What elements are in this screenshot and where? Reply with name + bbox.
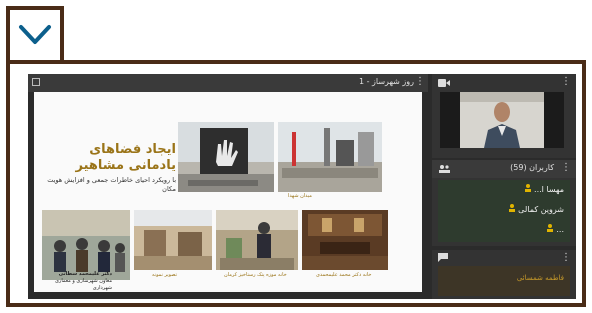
list-item[interactable]: شروین کمالی: [508, 204, 564, 214]
chat-messages: فاطمه شمسائی: [438, 266, 570, 296]
webcam-video: [440, 92, 564, 148]
slide-caption: تصویر نمونه: [152, 272, 177, 278]
camera-menu-icon[interactable]: ⋮: [561, 76, 571, 87]
users-panel: کاربران (59) ⋮ مهسا ا... شروین کمالی ...: [432, 160, 576, 246]
chat-panel: ⋮ فاطمه شمسائی: [432, 250, 576, 299]
slide-subtitle: با رویکرد احیای خاطرات جمعی و افزایش هوی…: [47, 176, 176, 193]
chevron-down-icon: [19, 25, 51, 44]
slide-photo-building: [134, 210, 212, 270]
slide-caption: خانه دکتر محمد علیمحمدی: [316, 272, 372, 278]
slide-photo-square: [278, 122, 382, 192]
person-icon: [524, 184, 531, 192]
slide-caption: خانه موزه پتک رستاخیز کرمان: [224, 272, 287, 278]
presentation-title: روز شهرساز - 1: [358, 77, 414, 86]
users-panel-title: کاربران (59): [510, 163, 554, 172]
chat-panel-header: ⋮: [432, 250, 576, 264]
presentation-header: روز شهرساز - 1 ⋮: [28, 74, 428, 92]
author-role: معاون شهرسازی و معماری شهرداری: [54, 278, 112, 291]
presentation-slide: ایجاد فضاهای یادمانی مشاهیر با رویکرد اح…: [34, 92, 422, 292]
chat-menu-icon[interactable]: ⋮: [561, 252, 571, 263]
users-icon: [439, 165, 450, 173]
meeting-app: روز شهرساز - 1 ⋮ ایجاد فضاهای یادمانی مش…: [28, 74, 576, 299]
embedded-screenshot-frame: روز شهرساز - 1 ⋮ ایجاد فضاهای یادمانی مش…: [6, 60, 586, 307]
list-item[interactable]: مهسا ا...: [524, 184, 564, 194]
users-menu-icon[interactable]: ⋮: [561, 162, 571, 173]
person-icon: [508, 204, 515, 212]
list-item[interactable]: ...: [546, 224, 564, 234]
chat-message-sender: فاطمه شمسائی: [516, 274, 564, 282]
video-camera-icon: [438, 79, 450, 87]
slide-caption: میدان شهدا: [288, 193, 312, 199]
slide-photo-crowd: [42, 210, 130, 280]
collapse-button[interactable]: [6, 6, 64, 60]
slide-author: دکتر علیمحمد سطانی معاون شهرسازی و معمار…: [42, 271, 112, 292]
users-list: مهسا ا... شروین کمالی ...: [438, 180, 570, 242]
user-name: ...: [556, 225, 564, 234]
chat-icon: [438, 253, 448, 262]
users-panel-header: کاربران (59) ⋮: [432, 160, 576, 178]
user-name: مهسا ا...: [534, 185, 564, 194]
slide-photo-interior: [302, 210, 388, 270]
camera-panel: ⋮: [432, 74, 576, 158]
fullscreen-icon[interactable]: [32, 78, 40, 86]
slide-photo-memorial: [178, 122, 274, 192]
slide-photo-statue: [216, 210, 298, 270]
slide-title: ایجاد فضاهای یادمانی مشاهیر: [75, 142, 177, 173]
author-name: دکتر علیمحمد سطانی: [58, 271, 112, 277]
user-name: شروین کمالی: [518, 205, 564, 214]
person-icon: [546, 224, 553, 232]
presentation-menu-icon[interactable]: ⋮: [415, 76, 425, 87]
